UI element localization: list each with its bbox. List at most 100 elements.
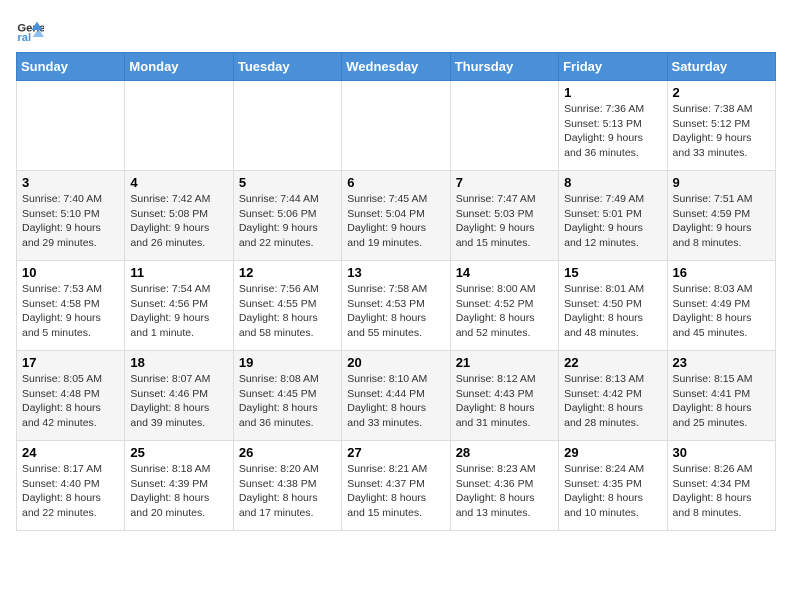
day-number: 16 <box>673 265 770 280</box>
calendar-cell: 27Sunrise: 8:21 AM Sunset: 4:37 PM Dayli… <box>342 441 450 531</box>
day-detail: Sunrise: 7:49 AM Sunset: 5:01 PM Dayligh… <box>564 192 661 251</box>
weekday-header: Thursday <box>450 53 558 81</box>
day-detail: Sunrise: 7:54 AM Sunset: 4:56 PM Dayligh… <box>130 282 227 341</box>
day-number: 28 <box>456 445 553 460</box>
calendar-cell: 6 Sunrise: 7:45 AM Sunset: 5:04 PM Daylig… <box>342 171 450 261</box>
calendar-cell: 20 Sunrise: 8:10 AM Sunset: 4:44 PM Dayli… <box>342 351 450 441</box>
day-detail: Sunrise: 7:51 AM Sunset: 4:59 PM Dayligh… <box>673 192 770 251</box>
day-number: 14 <box>456 265 553 280</box>
day-detail: Sunrise: 8:20 AM Sunset: 4:38 PM Dayligh… <box>239 462 336 521</box>
day-number: 17 <box>22 355 119 370</box>
calendar-cell <box>17 81 125 171</box>
day-number: 9 <box>673 175 770 190</box>
calendar-cell: 8 Sunrise: 7:49 AM Sunset: 5:01 PM Daylig… <box>559 171 667 261</box>
logo: Gene ral <box>16 16 48 44</box>
calendar-header: SundayMondayTuesdayWednesdayThursdayFrid… <box>17 53 776 81</box>
day-number: 11 <box>130 265 227 280</box>
calendar-cell: 15 Sunrise: 8:01 AM Sunset: 4:50 PM Dayli… <box>559 261 667 351</box>
day-detail: Sunrise: 7:47 AM Sunset: 5:03 PM Dayligh… <box>456 192 553 251</box>
day-number: 1 <box>564 85 661 100</box>
calendar-cell: 28 Sunrise: 8:23 AM Sunset: 4:36 PM Dayli… <box>450 441 558 531</box>
day-number: 19 <box>239 355 336 370</box>
day-number: 25 <box>130 445 227 460</box>
calendar-cell: 13 Sunrise: 7:58 AM Sunset: 4:53 PM Dayli… <box>342 261 450 351</box>
calendar-cell: 29 Sunrise: 8:24 AM Sunset: 4:35 PM Dayli… <box>559 441 667 531</box>
day-number: 18 <box>130 355 227 370</box>
day-number: 30 <box>673 445 770 460</box>
day-detail: Sunrise: 7:36 AM Sunset: 5:13 PM Dayligh… <box>564 102 661 161</box>
day-detail: Sunrise: 8:12 AM Sunset: 4:43 PM Dayligh… <box>456 372 553 431</box>
calendar-cell: 21 Sunrise: 8:12 AM Sunset: 4:43 PM Dayli… <box>450 351 558 441</box>
calendar-cell: 10 Sunrise: 7:53 AM Sunset: 4:58 PM Dayli… <box>17 261 125 351</box>
calendar-cell: 1 Sunrise: 7:36 AM Sunset: 5:13 PM Daylig… <box>559 81 667 171</box>
calendar: SundayMondayTuesdayWednesdayThursdayFrid… <box>16 52 776 531</box>
day-detail: Sunrise: 8:23 AM Sunset: 4:36 PM Dayligh… <box>456 462 553 521</box>
logo-icon: Gene ral <box>16 16 44 44</box>
day-detail: Sunrise: 8:10 AM Sunset: 4:44 PM Dayligh… <box>347 372 444 431</box>
svg-text:ral: ral <box>17 32 31 44</box>
day-detail: Sunrise: 8:01 AM Sunset: 4:50 PM Dayligh… <box>564 282 661 341</box>
day-detail: Sunrise: 8:17 AM Sunset: 4:40 PM Dayligh… <box>22 462 119 521</box>
day-detail: Sunrise: 7:44 AM Sunset: 5:06 PM Dayligh… <box>239 192 336 251</box>
day-number: 10 <box>22 265 119 280</box>
day-detail: Sunrise: 7:40 AM Sunset: 5:10 PM Dayligh… <box>22 192 119 251</box>
weekday-header: Sunday <box>17 53 125 81</box>
calendar-cell: 11 Sunrise: 7:54 AM Sunset: 4:56 PM Dayli… <box>125 261 233 351</box>
day-number: 5 <box>239 175 336 190</box>
day-number: 23 <box>673 355 770 370</box>
weekday-row: SundayMondayTuesdayWednesdayThursdayFrid… <box>17 53 776 81</box>
day-detail: Sunrise: 8:00 AM Sunset: 4:52 PM Dayligh… <box>456 282 553 341</box>
day-detail: Sunrise: 7:53 AM Sunset: 4:58 PM Dayligh… <box>22 282 119 341</box>
calendar-cell <box>233 81 341 171</box>
day-number: 7 <box>456 175 553 190</box>
day-detail: Sunrise: 8:15 AM Sunset: 4:41 PM Dayligh… <box>673 372 770 431</box>
day-number: 13 <box>347 265 444 280</box>
day-detail: Sunrise: 8:05 AM Sunset: 4:48 PM Dayligh… <box>22 372 119 431</box>
day-number: 21 <box>456 355 553 370</box>
header: Gene ral <box>16 16 776 44</box>
calendar-cell: 17 Sunrise: 8:05 AM Sunset: 4:48 PM Dayli… <box>17 351 125 441</box>
calendar-cell: 4Sunrise: 7:42 AM Sunset: 5:08 PM Daylig… <box>125 171 233 261</box>
calendar-cell: 24 Sunrise: 8:17 AM Sunset: 4:40 PM Dayli… <box>17 441 125 531</box>
weekday-header: Friday <box>559 53 667 81</box>
day-detail: Sunrise: 8:18 AM Sunset: 4:39 PM Dayligh… <box>130 462 227 521</box>
calendar-cell: 18 Sunrise: 8:07 AM Sunset: 4:46 PM Dayli… <box>125 351 233 441</box>
day-number: 3 <box>22 175 119 190</box>
day-number: 20 <box>347 355 444 370</box>
calendar-cell: 25 Sunrise: 8:18 AM Sunset: 4:39 PM Dayli… <box>125 441 233 531</box>
day-detail: Sunrise: 7:45 AM Sunset: 5:04 PM Dayligh… <box>347 192 444 251</box>
calendar-week-row: 1 Sunrise: 7:36 AM Sunset: 5:13 PM Daylig… <box>17 81 776 171</box>
day-number: 8 <box>564 175 661 190</box>
calendar-cell <box>125 81 233 171</box>
day-detail: Sunrise: 8:03 AM Sunset: 4:49 PM Dayligh… <box>673 282 770 341</box>
day-number: 22 <box>564 355 661 370</box>
weekday-header: Wednesday <box>342 53 450 81</box>
day-number: 26 <box>239 445 336 460</box>
day-number: 24 <box>22 445 119 460</box>
weekday-header: Saturday <box>667 53 775 81</box>
calendar-cell: 5 Sunrise: 7:44 AM Sunset: 5:06 PM Daylig… <box>233 171 341 261</box>
calendar-cell: 9 Sunrise: 7:51 AM Sunset: 4:59 PM Daylig… <box>667 171 775 261</box>
calendar-cell <box>450 81 558 171</box>
calendar-week-row: 10 Sunrise: 7:53 AM Sunset: 4:58 PM Dayli… <box>17 261 776 351</box>
calendar-cell: 3 Sunrise: 7:40 AM Sunset: 5:10 PM Daylig… <box>17 171 125 261</box>
calendar-cell: 19Sunrise: 8:08 AM Sunset: 4:45 PM Dayli… <box>233 351 341 441</box>
day-number: 15 <box>564 265 661 280</box>
day-detail: Sunrise: 7:42 AM Sunset: 5:08 PM Dayligh… <box>130 192 227 251</box>
calendar-week-row: 17 Sunrise: 8:05 AM Sunset: 4:48 PM Dayli… <box>17 351 776 441</box>
calendar-cell: 12 Sunrise: 7:56 AM Sunset: 4:55 PM Dayli… <box>233 261 341 351</box>
calendar-cell: 16 Sunrise: 8:03 AM Sunset: 4:49 PM Dayli… <box>667 261 775 351</box>
day-detail: Sunrise: 8:07 AM Sunset: 4:46 PM Dayligh… <box>130 372 227 431</box>
day-detail: Sunrise: 8:26 AM Sunset: 4:34 PM Dayligh… <box>673 462 770 521</box>
day-number: 6 <box>347 175 444 190</box>
calendar-cell <box>342 81 450 171</box>
calendar-cell: 30 Sunrise: 8:26 AM Sunset: 4:34 PM Dayli… <box>667 441 775 531</box>
day-number: 12 <box>239 265 336 280</box>
day-detail: Sunrise: 7:56 AM Sunset: 4:55 PM Dayligh… <box>239 282 336 341</box>
day-number: 29 <box>564 445 661 460</box>
calendar-body: 1 Sunrise: 7:36 AM Sunset: 5:13 PM Daylig… <box>17 81 776 531</box>
day-detail: Sunrise: 8:13 AM Sunset: 4:42 PM Dayligh… <box>564 372 661 431</box>
day-detail: Sunrise: 8:24 AM Sunset: 4:35 PM Dayligh… <box>564 462 661 521</box>
day-detail: Sunrise: 7:58 AM Sunset: 4:53 PM Dayligh… <box>347 282 444 341</box>
day-detail: Sunrise: 7:38 AM Sunset: 5:12 PM Dayligh… <box>673 102 770 161</box>
